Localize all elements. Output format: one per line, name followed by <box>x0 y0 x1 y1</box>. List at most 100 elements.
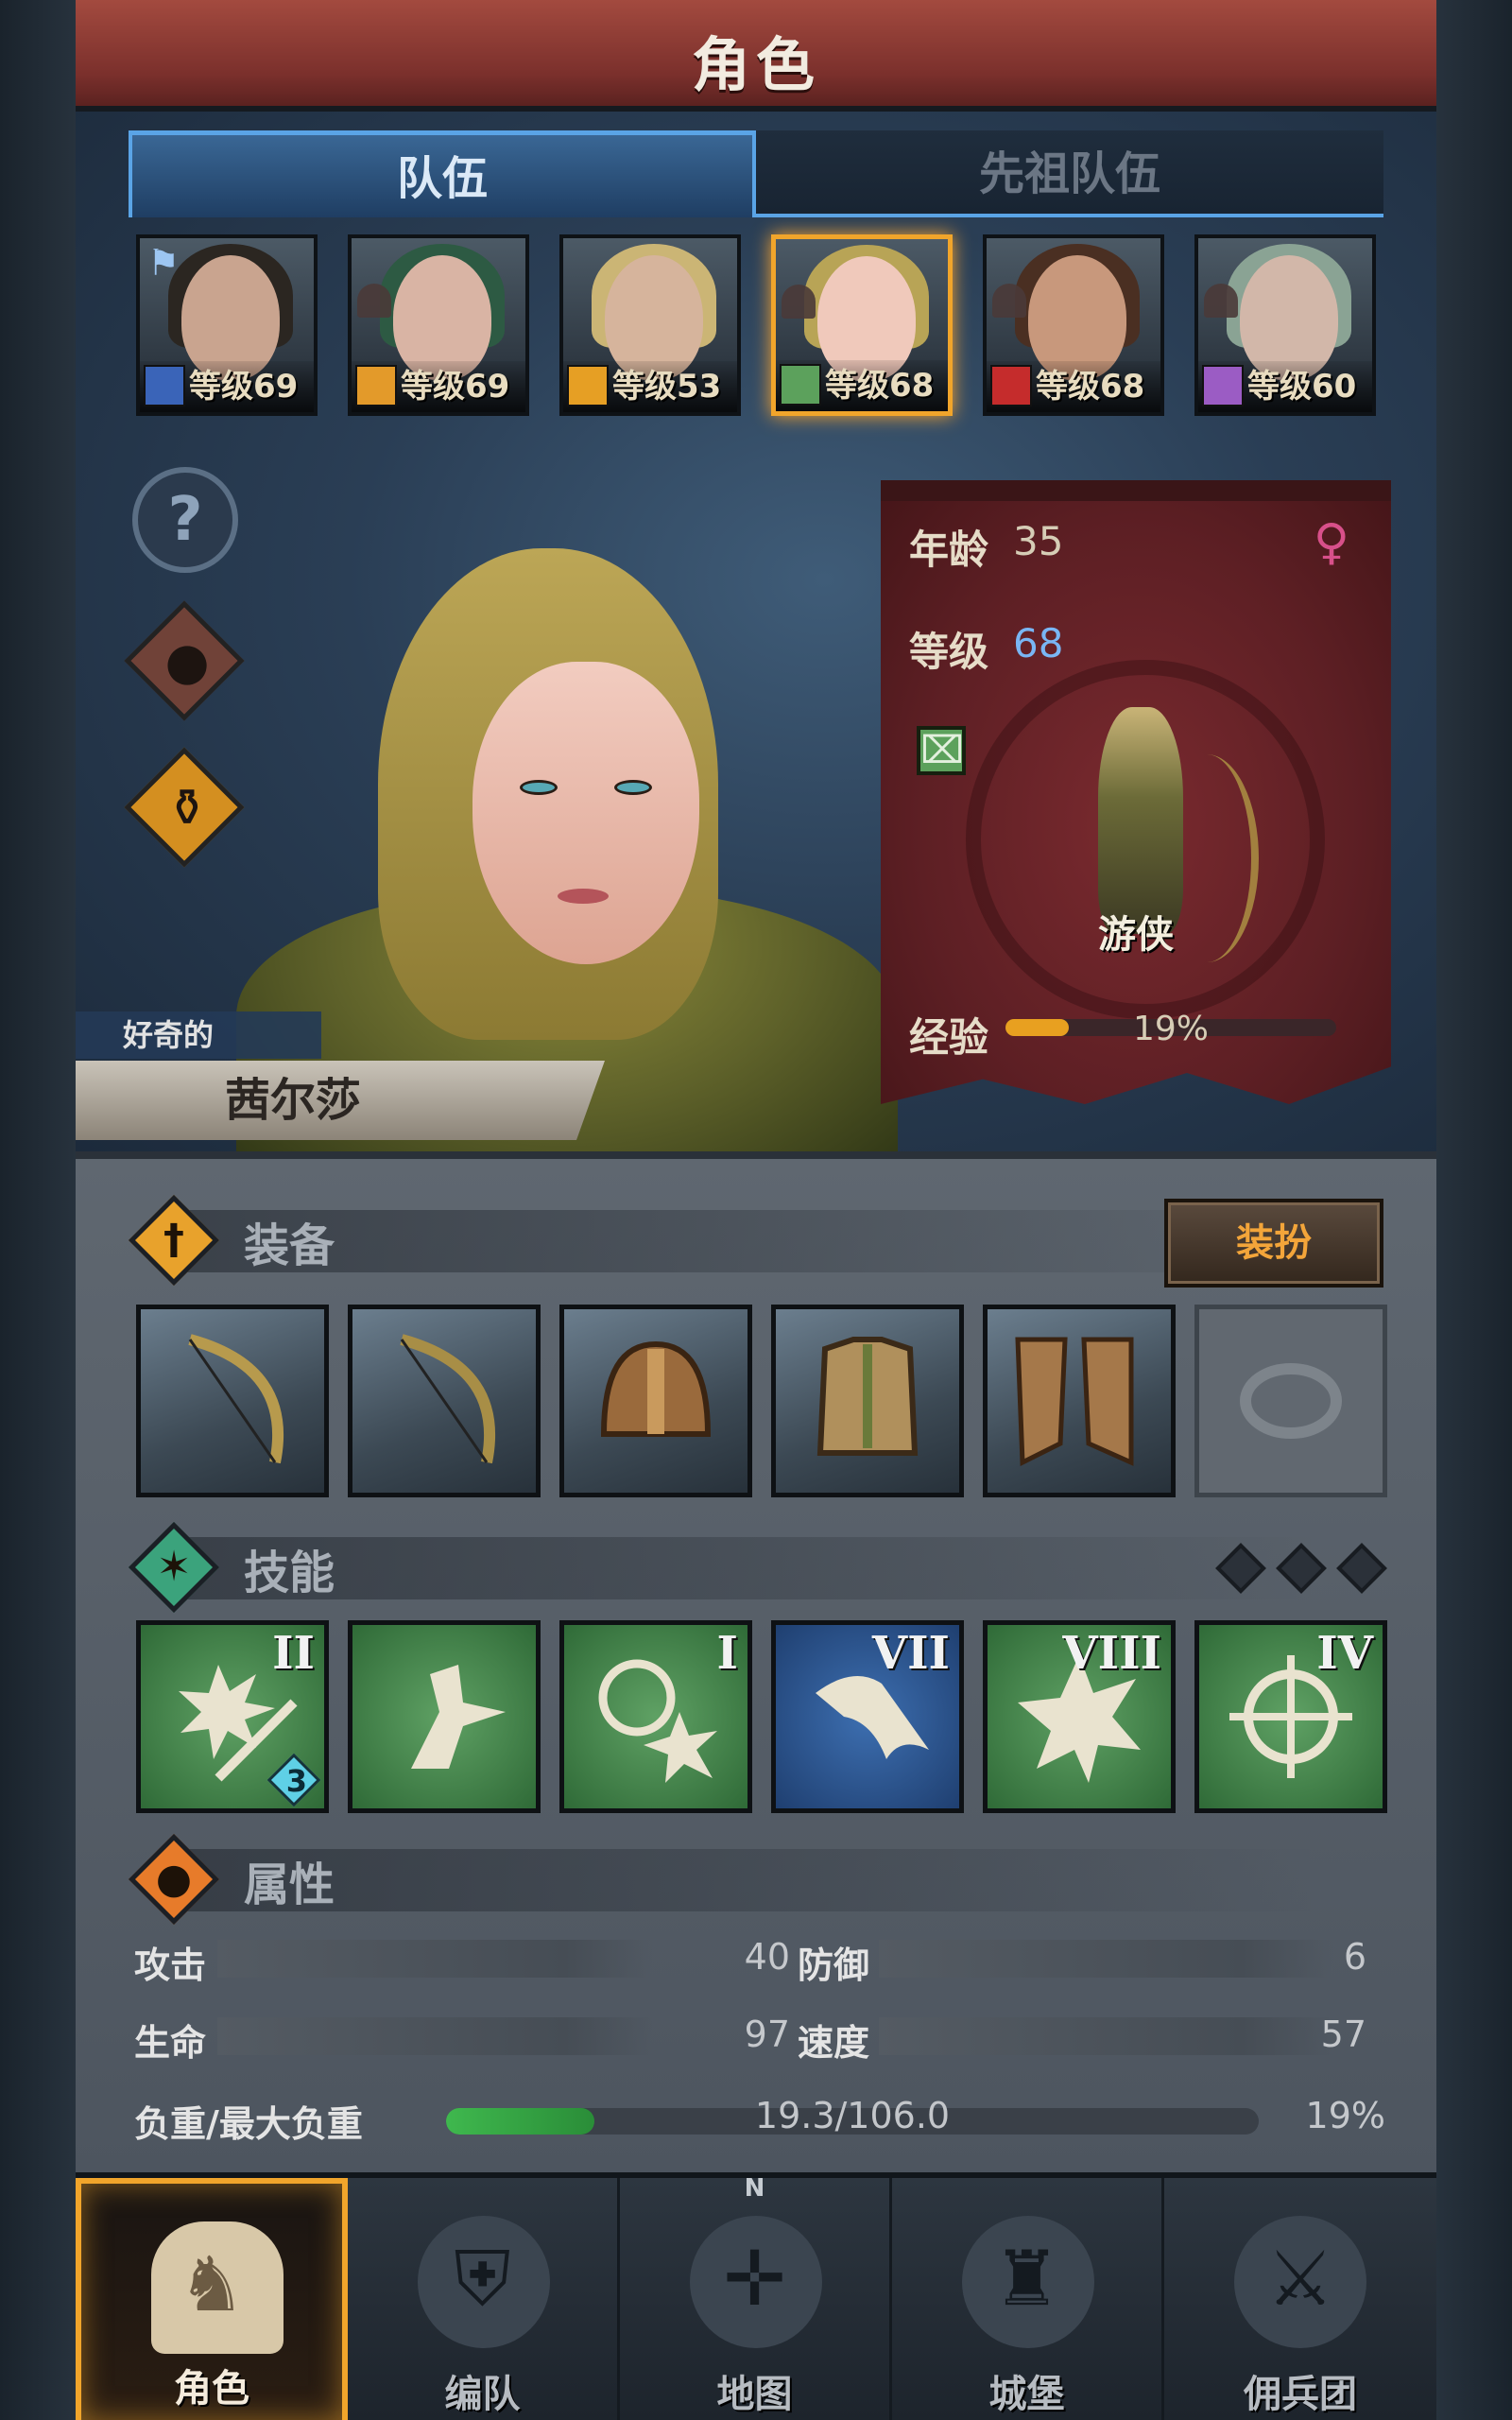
tab-team[interactable]: 队伍 <box>129 130 756 217</box>
xp-label: 经验 <box>909 1014 989 1061</box>
roster-member[interactable]: 等级68 <box>983 234 1164 416</box>
equip-slot-bow-1[interactable] <box>136 1305 329 1497</box>
nav-label: 角色 <box>174 2367 249 2411</box>
shield-icon <box>567 365 609 406</box>
face <box>472 662 699 964</box>
nav-mercenary[interactable]: ⚔ 佣兵团 <box>1164 2178 1436 2420</box>
group-icon <box>1204 284 1238 318</box>
skill-rank: VIII <box>1062 1627 1161 1680</box>
roster-member[interactable]: 等级53 <box>559 234 741 416</box>
skill-slot[interactable] <box>348 1620 541 1813</box>
equip-slot-armor[interactable] <box>771 1305 964 1497</box>
skill-rank: IV <box>1316 1627 1373 1680</box>
bottom-nav: ♞ 角色 ⛨ 编队 N ✛ 地图 ♜ 城堡 ⚔ 佣兵团 <box>76 2172 1436 2420</box>
mercenary-icon: ⚔ <box>1266 2235 1334 2323</box>
helmet-icon <box>600 1340 712 1437</box>
member-level: 等级68 <box>1036 368 1145 406</box>
member-level: 等级53 <box>612 368 722 406</box>
trait-label: 好奇的 <box>76 1011 321 1059</box>
age-value: 35 <box>1013 518 1064 564</box>
roster-member-selected[interactable]: 等级68 <box>771 234 953 416</box>
knight-icon: ♞ <box>178 2240 246 2328</box>
level-value: 68 <box>1013 620 1064 666</box>
member-level: 等级69 <box>189 368 299 406</box>
potion-icon: ⚱ <box>165 778 209 838</box>
dress-up-button[interactable]: 装扮 <box>1164 1199 1383 1288</box>
skill-slot[interactable]: I <box>559 1620 752 1813</box>
class-name: 游侠 <box>1098 913 1174 957</box>
load-label: 负重/最大负重 <box>134 2103 363 2145</box>
nav-label: 佣兵团 <box>1244 2373 1357 2416</box>
group-icon: ● <box>164 631 210 691</box>
equip-slot-bow-2[interactable] <box>348 1305 541 1497</box>
eye <box>520 780 558 795</box>
attributes-header: ● 属性 <box>128 1833 1395 1926</box>
attributes-title: 属性 <box>244 1858 335 1911</box>
attack-value: 40 <box>744 1936 790 1978</box>
attack-label: 攻击 <box>134 1945 207 1986</box>
name-plate[interactable]: 好奇的 茜尔莎 <box>76 1011 662 1146</box>
load-value: 19.3/106.0 <box>754 2095 951 2136</box>
load-percent: 19% <box>1305 2095 1385 2136</box>
skill-slot[interactable]: IV <box>1194 1620 1387 1813</box>
age-label: 年龄 <box>909 527 989 573</box>
right-border <box>1436 0 1512 2420</box>
skill-slot[interactable]: VIII <box>983 1620 1176 1813</box>
hp-bar <box>217 2017 652 2055</box>
skill-points <box>1210 1539 1399 1596</box>
skill-rank: I <box>716 1627 738 1680</box>
staff-icon <box>1202 365 1244 406</box>
attack-bar <box>217 1940 652 1978</box>
hp-value: 97 <box>744 2014 790 2055</box>
roster-member[interactable]: 等级69 <box>348 234 529 416</box>
help-button[interactable]: ? <box>129 463 246 580</box>
compass-north: N <box>744 2174 765 2203</box>
skill-slots: II 3 I VII VIII IV <box>136 1620 1387 1813</box>
person-icon: ● <box>155 1855 193 1903</box>
target-burst-icon <box>598 1659 717 1783</box>
bow-class-icon: ⌧ <box>917 726 966 775</box>
skill-slot[interactable]: VII <box>771 1620 964 1813</box>
speed-label: 速度 <box>798 2022 870 2064</box>
sword-icon <box>144 365 185 406</box>
leader-flag-icon: ⚑ <box>147 242 180 284</box>
dash-icon <box>411 1665 506 1769</box>
skill-slot[interactable]: II 3 <box>136 1620 329 1813</box>
skill-point-pip <box>1336 1543 1387 1594</box>
group-icon <box>357 284 391 318</box>
skill-rank: II <box>272 1627 315 1680</box>
bow-icon <box>400 1334 496 1464</box>
horse-icon <box>990 365 1032 406</box>
star-icon: ✶ <box>156 1543 192 1591</box>
nav-character[interactable]: ♞ 角色 <box>76 2178 348 2420</box>
bow-icon <box>355 365 397 406</box>
equip-slot-helmet[interactable] <box>559 1305 752 1497</box>
roster-member[interactable]: ⚑ 等级69 <box>136 234 318 416</box>
nav-castle[interactable]: ♜ 城堡 <box>892 2178 1164 2420</box>
group-icon <box>782 285 816 319</box>
member-level: 等级60 <box>1247 368 1357 406</box>
group-icon <box>992 284 1026 318</box>
nav-formation[interactable]: ⛨ 编队 <box>348 2178 620 2420</box>
roster: ⚑ 等级69 等级69 等级53 等级68 等级68 等级60 <box>136 234 1383 416</box>
eye <box>614 780 652 795</box>
nav-map[interactable]: N ✛ 地图 <box>620 2174 892 2420</box>
skills-title: 技能 <box>244 1547 335 1599</box>
equip-slot-ring[interactable] <box>1194 1305 1387 1497</box>
potion-button[interactable]: ⚱ <box>124 747 246 869</box>
member-level: 等级69 <box>401 368 510 406</box>
hp-label: 生命 <box>134 2022 207 2064</box>
equipment-slots <box>136 1305 1387 1497</box>
xp-bar: 19% <box>1005 1010 1336 1048</box>
header-strip <box>185 1210 1319 1272</box>
nav-label: 城堡 <box>988 2373 1065 2416</box>
skills-header: ✶ 技能 <box>128 1521 1395 1614</box>
roster-member[interactable]: 等级60 <box>1194 234 1376 416</box>
tab-ancestor-team[interactable]: 先祖队伍 <box>756 130 1383 217</box>
equip-slot-boots[interactable] <box>983 1305 1176 1497</box>
xp-percent: 19% <box>1132 1010 1209 1048</box>
skill-point-pip <box>1276 1543 1327 1594</box>
female-icon: ♀ <box>1313 514 1349 571</box>
level-label: 等级 <box>909 629 989 675</box>
group-button[interactable]: ● <box>124 600 246 722</box>
